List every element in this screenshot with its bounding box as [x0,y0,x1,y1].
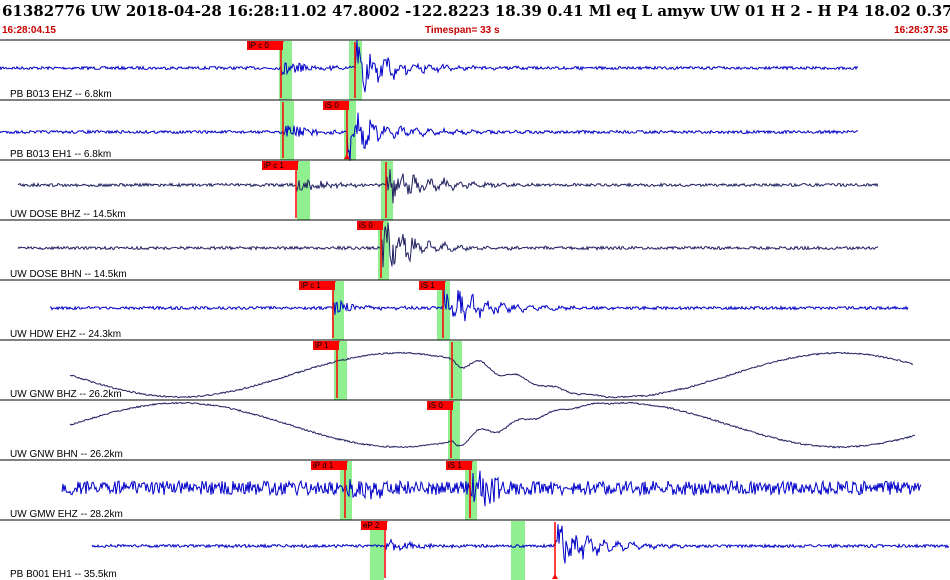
channel-row[interactable]: iP c 1 UW DOSE BHZ -- 14.5km [0,159,950,220]
pick-label: iP d 1 [313,461,334,470]
waveform-trace [17,222,879,268]
waveform-trace [0,112,859,161]
channel-label: UW DOSE BHZ -- 14.5km [10,209,126,220]
pick-flag-icon [552,574,558,579]
channel-row[interactable]: iP c 0 PB B013 EHZ -- 6.8km [0,39,950,100]
pick-window-band [511,521,525,580]
pick-window-band [449,341,462,400]
channel-label: PB B001 EH1 -- 35.5km [10,569,117,580]
channel-label: UW GNW BHN -- 26.2km [10,449,123,460]
waveform-trace [17,169,879,204]
waveform-trace [61,470,922,507]
pick-label: iP 1 [315,341,329,350]
pick-window-band [280,101,294,160]
pick-window-band [297,161,310,220]
channel-row[interactable]: iS 0 PB B013 EH1 -- 6.8km [0,99,950,161]
channel-label: UW DOSE BHN -- 14.5km [10,269,127,280]
pick-label: iS 1 [421,281,435,290]
channel-row[interactable]: iS 0 UW GNW BHN -- 26.2km [0,399,950,460]
waveform-trace [69,351,914,399]
channel-row[interactable]: iP 1 UW GNW BHZ -- 26.2km [0,339,950,400]
channel-row[interactable]: eP 2 PB B001 EH1 -- 35.5km [0,519,950,580]
channel-row[interactable]: iP d 1 iS 1 UW GMW EHZ -- 28.2km [0,459,950,520]
channel-label: PB B013 EHZ -- 6.8km [10,89,112,100]
pick-label: iP c 1 [301,281,321,290]
waveform-trace [0,40,859,93]
waveform-trace [69,401,916,449]
pick-label: iS 0 [429,401,443,410]
pick-label: iP c 1 [264,161,284,170]
channel-row[interactable]: iP c 1 iS 1 UW HDW EHZ -- 24.3km [0,279,950,340]
pick-label: iS 0 [325,101,339,110]
channel-label: UW HDW EHZ -- 24.3km [10,329,121,340]
pick-label: iS 1 [448,461,462,470]
pick-label: eP 2 [363,521,380,530]
pick-label: iP c 0 [249,41,269,50]
pick-label: iS 0 [359,221,373,230]
waveform-trace [49,289,909,322]
channel-row[interactable]: iS 0 UW DOSE BHN -- 14.5km [0,219,950,280]
channel-label: UW GMW EHZ -- 28.2km [10,509,123,520]
channel-label: UW GNW BHZ -- 26.2km [10,389,122,400]
channel-label: PB B013 EH1 -- 6.8km [10,149,111,160]
seismogram-panel[interactable]: iP c 0 PB B013 EHZ -- 6.8km iS 0 PB B013 EH… [0,0,950,580]
pick-window-band [381,161,393,220]
